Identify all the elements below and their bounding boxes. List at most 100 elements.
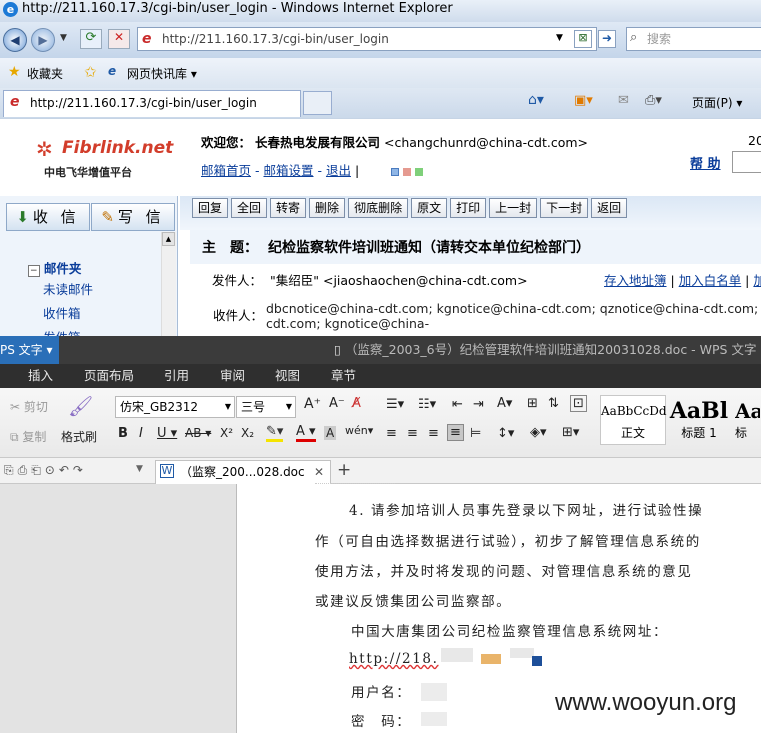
quick-access-more-icon[interactable]: ▼ — [136, 464, 143, 474]
menu-review[interactable]: 审阅 — [220, 364, 245, 388]
bullets-icon[interactable]: ☰▾ — [386, 397, 404, 412]
mail-logo-subtitle: 中电飞华增值平台 — [44, 166, 132, 179]
char-shading-icon[interactable]: A — [324, 426, 337, 440]
distribute-icon[interactable]: ⊨ — [470, 426, 481, 441]
align-center-icon[interactable]: ≡ — [407, 426, 418, 441]
receive-mail-button[interactable]: ⬇收 信 — [6, 203, 90, 231]
outdent-icon[interactable]: ⇤ — [452, 397, 463, 412]
skin-green-icon[interactable] — [415, 167, 424, 176]
more-action-link[interactable]: 加 — [753, 273, 761, 288]
reply-button[interactable]: 回复 — [192, 198, 229, 218]
original-button[interactable]: 原文 — [411, 198, 448, 218]
page-menu[interactable]: 页面(P) ▾ — [692, 94, 742, 111]
folder-sent[interactable]: 发件箱 — [43, 327, 81, 336]
document-tab[interactable]: （监察_200...028.doc ✕ — [155, 460, 331, 484]
scroll-up-icon[interactable]: ▲ — [162, 232, 175, 246]
go-icon[interactable]: ➜ — [598, 30, 616, 48]
borders-icon[interactable]: ⊞▾ — [562, 425, 579, 440]
compose-mail-button[interactable]: ✎写 信 — [91, 203, 175, 231]
menu-chapter[interactable]: 章节 — [331, 364, 356, 388]
print-button[interactable]: 打印 — [450, 198, 487, 218]
wps-app-menu[interactable]: PS 文字 ▾ — [0, 336, 59, 364]
subscript-icon[interactable]: X₂ — [241, 426, 254, 440]
font-color-icon[interactable]: A ▾ — [296, 424, 316, 442]
feeds-icon[interactable]: ▣▾ — [574, 93, 593, 108]
previous-mail-button[interactable]: 上一封 — [489, 198, 538, 218]
stop-icon[interactable]: ✕ — [108, 29, 130, 49]
refresh-icon[interactable]: ⟳ — [80, 29, 102, 49]
compat-view-icon[interactable]: ⊠ — [574, 30, 592, 48]
align-left-icon[interactable]: ≡ — [386, 426, 397, 441]
menu-references[interactable]: 引用 — [164, 364, 189, 388]
help-search-box[interactable] — [732, 151, 761, 173]
browser-tab-active[interactable]: http://211.160.17.3/cgi-bin/user_login — [3, 90, 301, 117]
help-link[interactable]: 帮 助 — [690, 153, 721, 172]
phonetic-icon[interactable]: wén▾ — [345, 424, 373, 437]
show-marks-icon[interactable]: ⊡ — [570, 395, 587, 412]
forward-icon[interactable]: ▶ — [31, 28, 55, 52]
back-button[interactable]: 返回 — [591, 198, 628, 218]
skin-blue-icon[interactable] — [391, 167, 400, 176]
menu-view[interactable]: 视图 — [275, 364, 300, 388]
format-painter-icon[interactable]: 🖌 — [68, 394, 93, 418]
address-dropdown-icon[interactable]: ▼ — [556, 33, 563, 43]
italic-icon[interactable]: I — [139, 426, 143, 441]
style-normal[interactable]: AaBbCcDd 正文 — [600, 395, 667, 445]
numbering-icon[interactable]: ☷▾ — [418, 397, 436, 412]
delete-button[interactable]: 删除 — [309, 198, 346, 218]
mailbox-home-link[interactable]: 邮箱首页 — [201, 163, 251, 178]
left-scrollbar[interactable]: ▲ — [161, 232, 176, 336]
add-favorite-icon[interactable]: ✩ — [84, 63, 97, 81]
search-input[interactable]: 搜索 — [626, 27, 761, 51]
new-tab-button[interactable] — [303, 91, 332, 115]
back-icon[interactable]: ◀ — [3, 28, 27, 52]
print-icon[interactable]: ⎙▾ — [645, 93, 662, 108]
collapse-icon[interactable]: − — [28, 265, 40, 277]
align-right-icon[interactable]: ≡ — [428, 426, 439, 441]
add-to-contacts-link[interactable]: 存入地址簿 — [604, 273, 667, 288]
logout-link[interactable]: 退出 — [326, 163, 351, 178]
web-slice-gallery[interactable]: 网页快讯库 ▾ — [127, 65, 197, 82]
add-whitelist-link[interactable]: 加入白名单 — [679, 273, 742, 288]
forward-button[interactable]: 转寄 — [270, 198, 307, 218]
superscript-icon[interactable]: X² — [220, 426, 233, 440]
style-heading-2[interactable]: Aa 标 — [734, 395, 761, 445]
history-dropdown-icon[interactable]: ▼ — [60, 33, 67, 43]
reply-all-button[interactable]: 全回 — [231, 198, 268, 218]
indent-icon[interactable]: ⇥ — [473, 397, 484, 412]
mailbox-settings-link[interactable]: 邮箱设置 — [263, 163, 313, 178]
folder-unread[interactable]: 未读邮件 — [43, 279, 93, 298]
justify-icon[interactable]: ≡ — [447, 424, 464, 441]
shrink-font-icon[interactable]: A⁻ — [329, 396, 345, 411]
folder-inbox[interactable]: 收件箱 — [43, 303, 81, 322]
bold-icon[interactable]: B — [118, 426, 128, 441]
address-bar[interactable]: http://211.160.17.3/cgi-bin/user_login — [137, 27, 597, 51]
style-heading-1[interactable]: AaBl 标题 1 — [668, 395, 730, 445]
grow-font-icon[interactable]: A⁺ — [304, 396, 321, 412]
font-name-select[interactable]: 仿宋_GB2312 ▼ — [115, 396, 235, 418]
favorites-button[interactable]: 收藏夹 — [27, 65, 63, 82]
font-size-select[interactable]: 三号 ▼ — [236, 396, 296, 418]
doc-paragraph-line-1: 4. 请参加培训人员事先登录以下网址，进行试验性操 — [349, 503, 704, 519]
format-painter-button[interactable]: 格式刷 — [61, 428, 97, 445]
highlight-icon[interactable]: ✎▾ — [266, 424, 284, 442]
mail-read-icon[interactable]: ✉ — [618, 93, 629, 108]
sort-icon[interactable]: ⇅ — [548, 396, 559, 411]
text-direction-icon[interactable]: A▾ — [497, 396, 512, 411]
line-spacing-icon[interactable]: ↕▾ — [497, 426, 514, 441]
copy-button[interactable]: ⧉ 复制 — [10, 428, 46, 445]
shading-icon[interactable]: ◈▾ — [530, 425, 547, 440]
menu-insert[interactable]: 插入 — [28, 364, 53, 388]
skin-red-icon[interactable] — [403, 167, 412, 176]
home-icon[interactable]: ⌂▾ — [528, 92, 544, 108]
menu-page-layout[interactable]: 页面布局 — [84, 364, 134, 388]
next-mail-button[interactable]: 下一封 — [540, 198, 589, 218]
folders-title[interactable]: − 邮件夹 — [28, 258, 81, 277]
table-icon[interactable]: ⊞ — [527, 396, 538, 411]
underline-icon[interactable]: U ▾ — [157, 426, 177, 441]
quick-access-icons[interactable]: ⎘⎙⎗⊙↶↷ — [4, 463, 87, 478]
clear-format-icon[interactable]: A̸ — [352, 396, 361, 411]
permanent-delete-button[interactable]: 彻底删除 — [348, 198, 409, 218]
cut-button[interactable]: ✂ 剪切 — [10, 398, 48, 415]
strikethrough-icon[interactable]: AB ▾ — [185, 426, 211, 440]
